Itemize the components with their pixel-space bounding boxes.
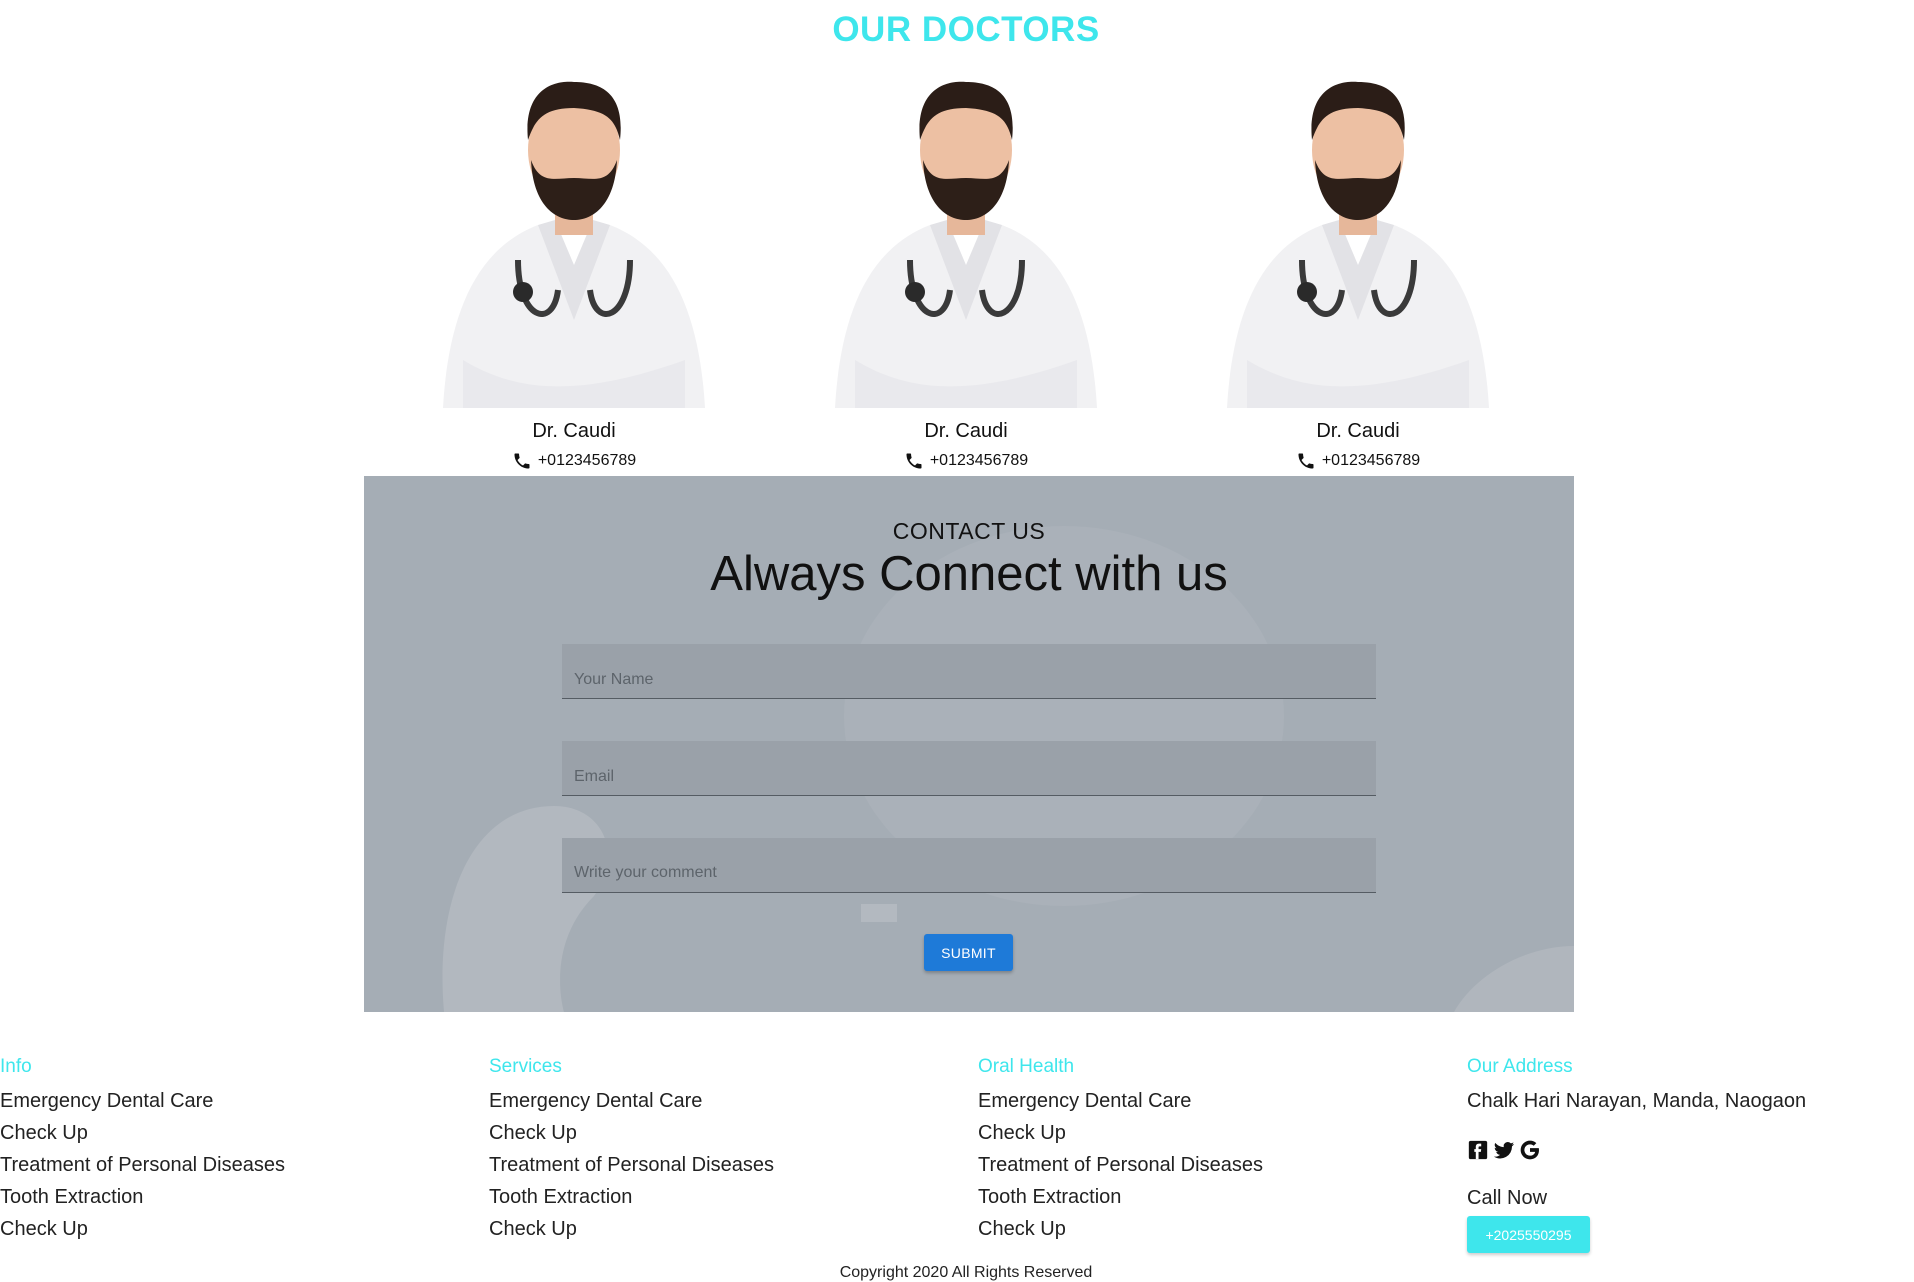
copyright-text: Copyright 2020 All Rights Reserved xyxy=(839,1264,1093,1281)
doctor-photo xyxy=(443,81,705,408)
footer-link[interactable]: Check Up xyxy=(0,1117,480,1149)
doctor-card: Dr. Caudi +0123456789 xyxy=(1208,60,1508,471)
email-field[interactable] xyxy=(562,741,1376,796)
contact-eyebrow: CONTACT US xyxy=(892,518,1046,544)
contact-heading: Always Connect with us xyxy=(710,547,1228,601)
footer-link[interactable]: Treatment of Personal Diseases xyxy=(978,1149,1458,1181)
footer-heading: Oral Health xyxy=(978,1056,1075,1077)
doctor-phone: +0123456789 xyxy=(1208,451,1508,471)
footer-link[interactable]: Tooth Extraction xyxy=(0,1181,480,1213)
footer-link[interactable]: Check Up xyxy=(489,1213,969,1245)
footer-link[interactable]: Emergency Dental Care xyxy=(978,1085,1458,1117)
footer-link[interactable]: Check Up xyxy=(978,1117,1458,1149)
footer-heading: Services xyxy=(489,1056,562,1077)
call-now-label: Call Now xyxy=(1467,1187,1548,1209)
footer-link[interactable]: Emergency Dental Care xyxy=(0,1085,480,1117)
footer-link[interactable]: Check Up xyxy=(489,1117,969,1149)
address-text: Chalk Hari Narayan, Manda, Naogaon xyxy=(1467,1090,1807,1112)
doctor-phone: +0123456789 xyxy=(816,451,1116,471)
footer-column-oral-health: Oral Health Emergency Dental Care Check … xyxy=(978,1056,1458,1245)
doctor-phone-number[interactable]: +0123456789 xyxy=(538,452,636,470)
name-input[interactable] xyxy=(574,670,1364,690)
doctor-name: Dr. Caudi xyxy=(1316,420,1400,442)
doctor-phone-number[interactable]: +0123456789 xyxy=(930,452,1028,470)
doctor-photo xyxy=(1227,81,1489,408)
footer-column-info: Info Emergency Dental Care Check Up Trea… xyxy=(0,1056,480,1245)
google-icon[interactable] xyxy=(1519,1139,1541,1161)
submit-button[interactable]: SUBMIT xyxy=(924,934,1013,971)
facebook-icon[interactable] xyxy=(1467,1139,1489,1161)
doctor-card: Dr. Caudi +0123456789 xyxy=(816,60,1116,471)
footer-link[interactable]: Tooth Extraction xyxy=(489,1181,969,1213)
doctors-section-title: OUR DOCTORS xyxy=(832,10,1100,49)
twitter-icon[interactable] xyxy=(1493,1139,1515,1161)
doctor-name: Dr. Caudi xyxy=(532,420,616,442)
footer-link[interactable]: Treatment of Personal Diseases xyxy=(489,1149,969,1181)
social-links xyxy=(1467,1139,1907,1161)
doctor-phone: +0123456789 xyxy=(424,451,724,471)
footer-heading: Info xyxy=(0,1056,32,1077)
phone-icon xyxy=(1298,453,1314,469)
comment-input[interactable] xyxy=(574,864,1364,884)
email-input[interactable] xyxy=(574,767,1364,787)
name-field[interactable] xyxy=(562,644,1376,699)
doctor-card: Dr. Caudi +0123456789 xyxy=(424,60,724,471)
footer-link[interactable]: Check Up xyxy=(0,1213,480,1245)
call-number-button[interactable]: +2025550295 xyxy=(1467,1216,1590,1253)
doctor-name: Dr. Caudi xyxy=(924,420,1008,442)
phone-icon xyxy=(906,453,922,469)
footer-column-address: Our Address Chalk Hari Narayan, Manda, N… xyxy=(1467,1056,1907,1253)
footer-heading: Our Address xyxy=(1467,1056,1573,1077)
comment-field[interactable] xyxy=(562,838,1376,893)
phone-icon xyxy=(514,453,530,469)
footer-link[interactable]: Treatment of Personal Diseases xyxy=(0,1149,480,1181)
doctor-photo xyxy=(835,81,1097,408)
contact-section: CONTACT US Always Connect with us SUBMIT xyxy=(364,476,1574,1012)
footer-link[interactable]: Emergency Dental Care xyxy=(489,1085,969,1117)
footer-link[interactable]: Tooth Extraction xyxy=(978,1181,1458,1213)
footer-column-services: Services Emergency Dental Care Check Up … xyxy=(489,1056,969,1245)
doctor-phone-number[interactable]: +0123456789 xyxy=(1322,452,1420,470)
footer-link[interactable]: Check Up xyxy=(978,1213,1458,1245)
